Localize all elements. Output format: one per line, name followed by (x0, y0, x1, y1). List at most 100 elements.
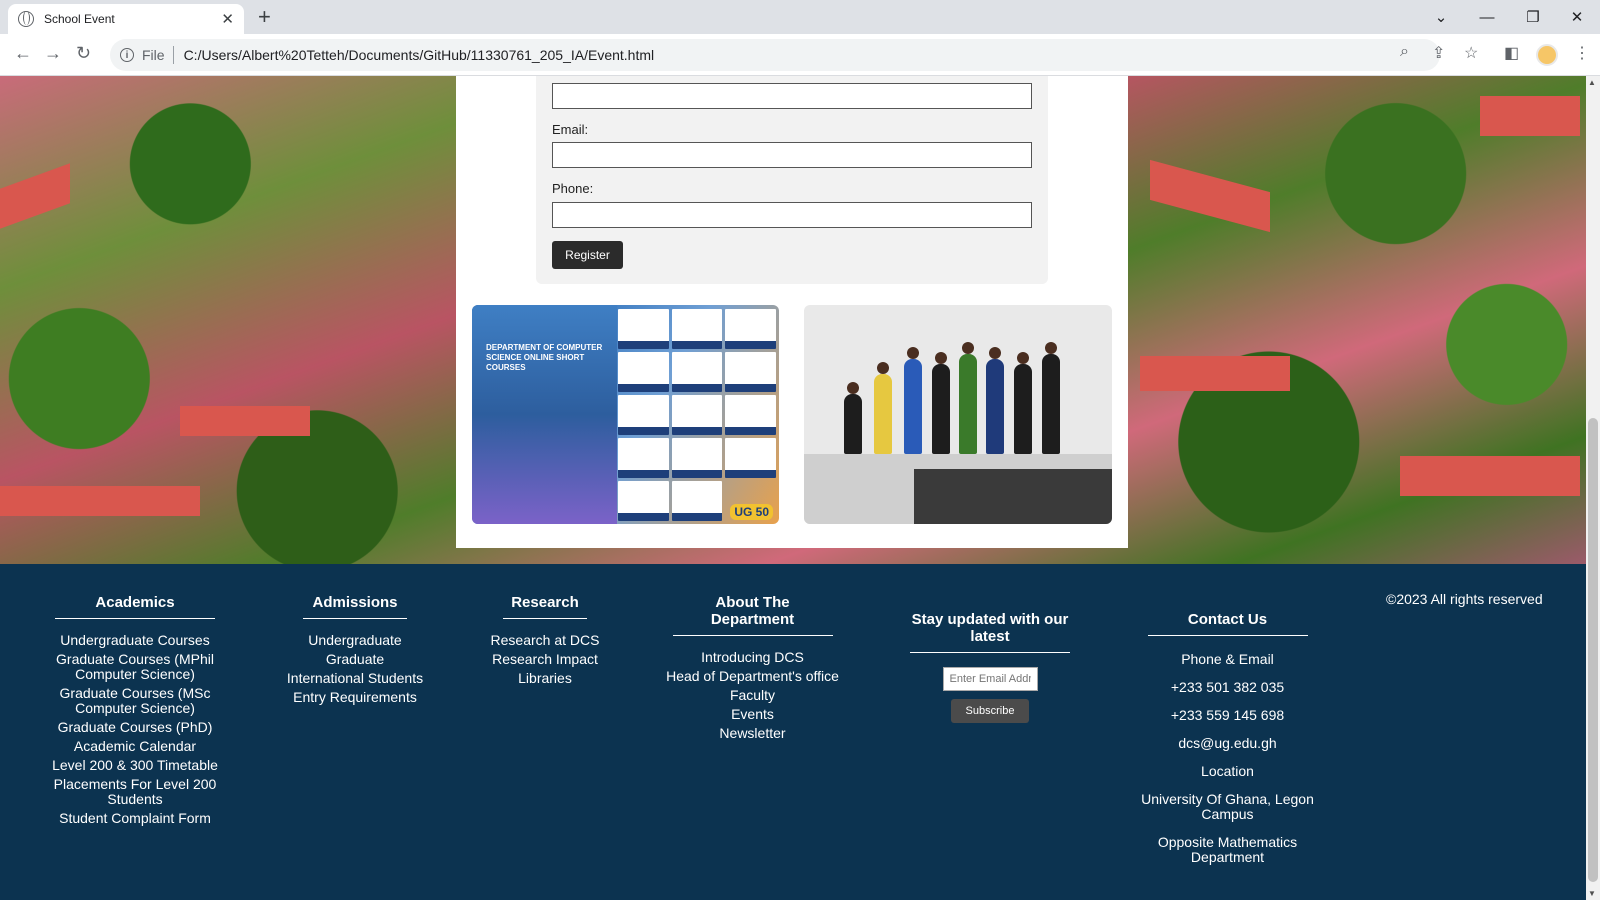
poster-title: DEPARTMENT OF COMPUTER SCIENCE ONLINE SH… (486, 343, 603, 372)
url-text[interactable]: C:/Users/Albert%20Tetteh/Documents/GitHu… (184, 47, 655, 63)
footer-contact: Contact Us Phone & Email +233 501 382 03… (1140, 611, 1315, 869)
address-bar[interactable]: i File C:/Users/Albert%20Tetteh/Document… (110, 39, 1440, 71)
course-tile (671, 395, 723, 435)
footer-link[interactable]: International Students (280, 671, 430, 686)
course-tile (725, 395, 776, 435)
newsletter-email-input[interactable] (942, 667, 1038, 691)
email-label: Email: (552, 122, 589, 137)
contact-heading: Contact Us (1147, 611, 1308, 636)
restore-icon[interactable]: ❐ (1510, 0, 1556, 34)
side-panel-icon[interactable]: ◧ (1504, 43, 1519, 63)
person-figure (844, 382, 862, 454)
footer-newsletter: Stay updated with our latest Subscribe (905, 611, 1075, 723)
site-footer: Academics Undergraduate Courses Graduate… (0, 564, 1586, 900)
footer-academics: Academics Undergraduate Courses Graduate… (50, 594, 220, 830)
copyright-text: ©2023 All rights reserved (1386, 591, 1543, 607)
contact-label: Phone & Email (1181, 651, 1274, 667)
footer-link[interactable]: Research at DCS (480, 633, 610, 648)
contact-label: Location (1201, 763, 1254, 779)
roof-shape (0, 163, 70, 229)
footer-link[interactable]: Placements For Level 200 Students (50, 777, 220, 807)
person-figure (932, 352, 950, 454)
course-tile (618, 438, 669, 478)
ug50-badge: UG 50 (730, 504, 773, 520)
forward-icon[interactable]: → (44, 43, 62, 64)
scroll-up-arrow-icon[interactable]: ▲ (1588, 78, 1596, 87)
profile-avatar[interactable] (1536, 44, 1558, 66)
person-figure (959, 342, 977, 454)
course-tile (618, 309, 669, 349)
share-icon[interactable]: ⇪ (1432, 43, 1445, 63)
footer-link[interactable]: Head of Department's office (665, 669, 840, 684)
footer-link[interactable]: Faculty (665, 688, 840, 703)
event-card: Email: Phone: Register DEPARTMENT OF COM… (456, 76, 1128, 548)
browser-tabbar: School Event ✕ + ⌄ — ❐ ✕ (0, 0, 1600, 34)
footer-about: About The Department Introducing DCS Hea… (665, 594, 840, 745)
email-field[interactable] (552, 142, 1032, 168)
footer-link[interactable]: Research Impact (480, 652, 610, 667)
tab-title: School Event (44, 12, 115, 26)
footer-link[interactable]: Libraries (480, 671, 610, 686)
menu-icon[interactable]: ⋮ (1574, 43, 1590, 63)
course-tile (671, 309, 723, 349)
course-tile (671, 481, 723, 521)
contact-address: University Of Ghana, Legon Campus (1141, 791, 1314, 822)
footer-link[interactable]: Events (665, 707, 840, 722)
footer-link[interactable]: Graduate (280, 652, 430, 667)
tab-close-icon[interactable]: ✕ (221, 10, 234, 28)
register-button[interactable]: Register (552, 241, 623, 269)
footer-link[interactable]: Level 200 & 300 Timetable (50, 758, 220, 773)
bookmark-star-icon[interactable]: ☆ (1464, 43, 1478, 63)
tab-search-icon[interactable]: ⌄ (1418, 0, 1464, 34)
footer-link[interactable]: Undergraduate Courses (50, 633, 220, 648)
new-tab-button[interactable]: + (258, 4, 271, 30)
back-icon[interactable]: ← (14, 43, 32, 64)
roof-shape (1480, 96, 1580, 136)
page-viewport: Email: Phone: Register DEPARTMENT OF COM… (0, 76, 1586, 900)
contact-email[interactable]: dcs@ug.edu.gh (1140, 736, 1315, 751)
contact-phone[interactable]: +233 559 145 698 (1140, 708, 1315, 723)
info-icon[interactable]: i (120, 48, 134, 62)
footer-link[interactable]: Graduate Courses (MPhil Computer Science… (50, 652, 220, 682)
scrollbar-thumb[interactable] (1588, 418, 1598, 882)
phone-label: Phone: (552, 181, 594, 196)
person-figure (874, 362, 892, 454)
footer-admissions: Admissions Undergraduate Graduate Intern… (280, 594, 430, 709)
footer-link[interactable]: Academic Calendar (50, 739, 220, 754)
footer-link[interactable]: Graduate Courses (MSc Computer Science) (50, 686, 220, 716)
contact-address: Opposite Mathematics Department (1157, 834, 1298, 865)
footer-link[interactable]: Entry Requirements (280, 690, 430, 705)
footer-link[interactable]: Student Complaint Form (50, 811, 220, 826)
subscribe-button[interactable]: Subscribe (951, 699, 1029, 723)
person-figure (1042, 342, 1060, 454)
poster-course-grid (618, 309, 776, 521)
phone-field[interactable] (552, 202, 1032, 228)
footer-link[interactable]: Newsletter (665, 726, 840, 741)
course-tile (618, 395, 669, 435)
minimize-icon[interactable]: — (1464, 0, 1510, 34)
person-figure (904, 347, 922, 454)
roof-shape (1140, 356, 1290, 391)
contact-phone[interactable]: +233 501 382 035 (1140, 680, 1315, 695)
roof-shape (1150, 159, 1270, 233)
person-figure (1014, 352, 1032, 454)
page-scrollbar[interactable]: ▲ ▼ (1586, 76, 1600, 900)
person-figure (986, 347, 1004, 454)
scroll-down-arrow-icon[interactable]: ▼ (1588, 889, 1596, 898)
reload-icon[interactable]: ↻ (76, 43, 91, 64)
footer-link[interactable]: Introducing DCS (665, 650, 840, 665)
course-tile (618, 481, 669, 521)
browser-tab[interactable]: School Event ✕ (8, 4, 244, 34)
footer-link[interactable]: Graduate Courses (PhD) (50, 720, 220, 735)
roof-shape (0, 486, 200, 516)
course-tile (725, 309, 776, 349)
roof-shape (180, 406, 310, 436)
name-field[interactable] (552, 83, 1032, 109)
group-photo (804, 305, 1112, 524)
course-tile (725, 352, 776, 392)
footer-link[interactable]: Undergraduate (280, 633, 430, 648)
zoom-icon[interactable]: ⌕ (1400, 43, 1409, 61)
close-window-icon[interactable]: ✕ (1554, 0, 1600, 34)
course-tile (671, 352, 723, 392)
footer-research: Research Research at DCS Research Impact… (480, 594, 610, 690)
